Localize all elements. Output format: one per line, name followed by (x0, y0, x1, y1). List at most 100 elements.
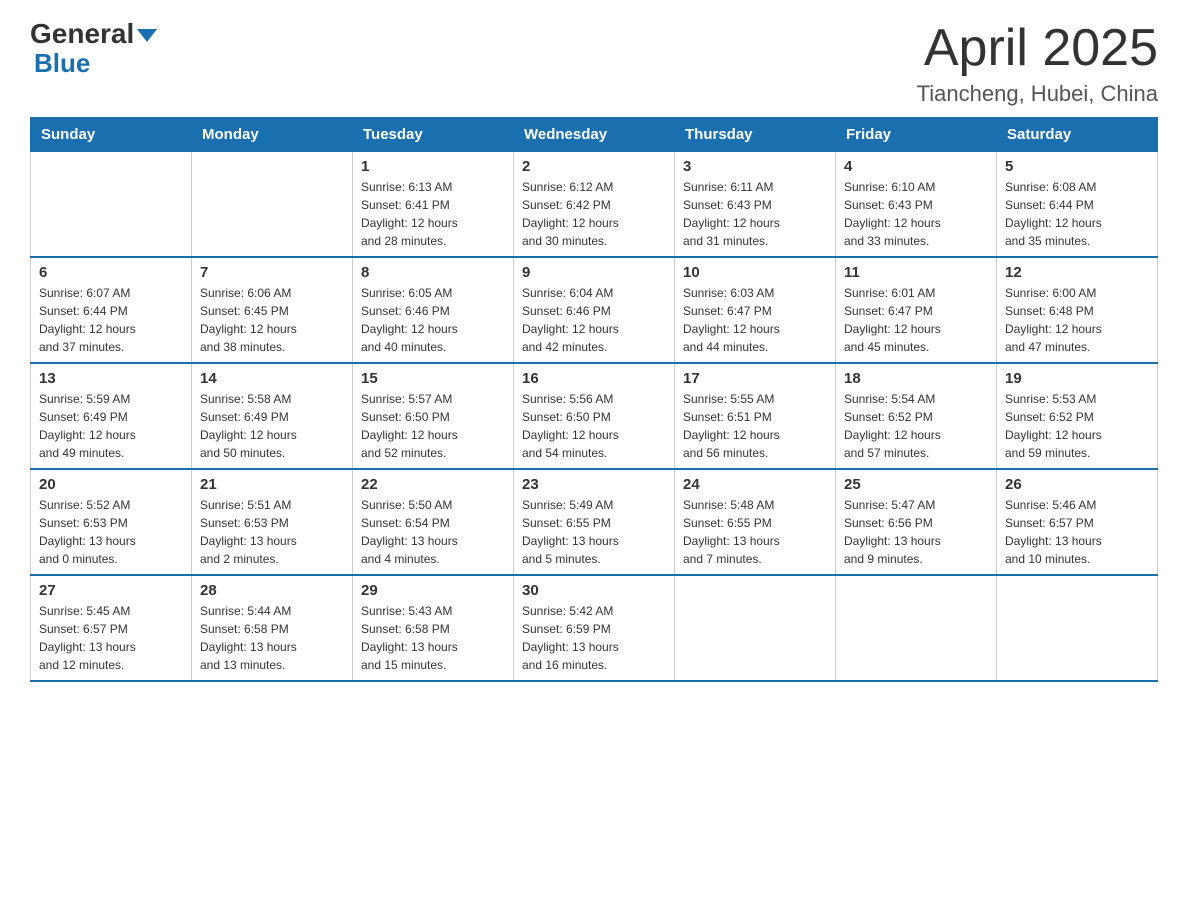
day-info: Sunrise: 5:49 AM Sunset: 6:55 PM Dayligh… (522, 496, 666, 568)
day-number: 8 (361, 264, 505, 281)
calendar-cell (997, 575, 1158, 681)
day-header-monday: Monday (192, 118, 353, 152)
day-info: Sunrise: 5:46 AM Sunset: 6:57 PM Dayligh… (1005, 496, 1149, 568)
calendar-cell: 15 Sunrise: 5:57 AM Sunset: 6:50 PM Dayli… (353, 363, 514, 469)
calendar-cell: 7 Sunrise: 6:06 AM Sunset: 6:45 PM Daylig… (192, 257, 353, 363)
calendar-cell (192, 152, 353, 258)
day-info: Sunrise: 6:13 AM Sunset: 6:41 PM Dayligh… (361, 178, 505, 250)
day-header-thursday: Thursday (675, 118, 836, 152)
calendar-week-4: 20 Sunrise: 5:52 AM Sunset: 6:53 PM Dayli… (31, 469, 1158, 575)
day-info: Sunrise: 6:12 AM Sunset: 6:42 PM Dayligh… (522, 178, 666, 250)
day-number: 9 (522, 264, 666, 281)
day-number: 6 (39, 264, 183, 281)
calendar-cell: 19Sunrise: 5:53 AM Sunset: 6:52 PM Dayli… (997, 363, 1158, 469)
day-number: 14 (200, 370, 344, 387)
calendar-cell (31, 152, 192, 258)
calendar-cell: 3 Sunrise: 6:11 AM Sunset: 6:43 PM Daylig… (675, 152, 836, 258)
page-header: General Blue April 2025 Tiancheng, Hubei… (30, 20, 1158, 107)
day-number: 28 (200, 582, 344, 599)
calendar-header: SundayMondayTuesdayWednesdayThursdayFrid… (31, 118, 1158, 152)
calendar-week-3: 13 Sunrise: 5:59 AM Sunset: 6:49 PM Dayli… (31, 363, 1158, 469)
day-number: 29 (361, 582, 505, 599)
day-number: 21 (200, 476, 344, 493)
day-info: Sunrise: 5:45 AM Sunset: 6:57 PM Dayligh… (39, 602, 183, 674)
day-info: Sunrise: 6:00 AM Sunset: 6:48 PM Dayligh… (1005, 284, 1149, 356)
day-number: 2 (522, 158, 666, 175)
calendar-cell: 27 Sunrise: 5:45 AM Sunset: 6:57 PM Dayli… (31, 575, 192, 681)
calendar-cell: 21 Sunrise: 5:51 AM Sunset: 6:53 PM Dayli… (192, 469, 353, 575)
calendar-cell: 10Sunrise: 6:03 AM Sunset: 6:47 PM Dayli… (675, 257, 836, 363)
day-number: 20 (39, 476, 183, 493)
calendar-cell: 24 Sunrise: 5:48 AM Sunset: 6:55 PM Dayli… (675, 469, 836, 575)
day-info: Sunrise: 5:52 AM Sunset: 6:53 PM Dayligh… (39, 496, 183, 568)
month-year-title: April 2025 (917, 20, 1158, 77)
day-number: 26 (1005, 476, 1149, 493)
day-info: Sunrise: 5:48 AM Sunset: 6:55 PM Dayligh… (683, 496, 827, 568)
day-number: 18 (844, 370, 988, 387)
day-info: Sunrise: 5:57 AM Sunset: 6:50 PM Dayligh… (361, 390, 505, 462)
day-info: Sunrise: 5:58 AM Sunset: 6:49 PM Dayligh… (200, 390, 344, 462)
calendar-cell: 26 Sunrise: 5:46 AM Sunset: 6:57 PM Dayli… (997, 469, 1158, 575)
logo: General Blue (30, 20, 157, 79)
day-info: Sunrise: 6:10 AM Sunset: 6:43 PM Dayligh… (844, 178, 988, 250)
day-header-sunday: Sunday (31, 118, 192, 152)
day-number: 7 (200, 264, 344, 281)
day-number: 5 (1005, 158, 1149, 175)
calendar-cell: 25 Sunrise: 5:47 AM Sunset: 6:56 PM Dayli… (836, 469, 997, 575)
logo-text-blue: Blue (34, 48, 90, 79)
calendar-cell: 4 Sunrise: 6:10 AM Sunset: 6:43 PM Daylig… (836, 152, 997, 258)
calendar-cell (836, 575, 997, 681)
day-info: Sunrise: 5:50 AM Sunset: 6:54 PM Dayligh… (361, 496, 505, 568)
day-header-tuesday: Tuesday (353, 118, 514, 152)
calendar-cell: 17 Sunrise: 5:55 AM Sunset: 6:51 PM Dayli… (675, 363, 836, 469)
calendar-cell: 9Sunrise: 6:04 AM Sunset: 6:46 PM Daylig… (514, 257, 675, 363)
calendar-table: SundayMondayTuesdayWednesdayThursdayFrid… (30, 117, 1158, 682)
day-number: 13 (39, 370, 183, 387)
day-info: Sunrise: 5:47 AM Sunset: 6:56 PM Dayligh… (844, 496, 988, 568)
calendar-body: 1 Sunrise: 6:13 AM Sunset: 6:41 PM Daylig… (31, 152, 1158, 682)
calendar-cell: 23 Sunrise: 5:49 AM Sunset: 6:55 PM Dayli… (514, 469, 675, 575)
day-number: 24 (683, 476, 827, 493)
location-subtitle: Tiancheng, Hubei, China (917, 81, 1158, 107)
day-info: Sunrise: 5:51 AM Sunset: 6:53 PM Dayligh… (200, 496, 344, 568)
calendar-cell: 18 Sunrise: 5:54 AM Sunset: 6:52 PM Dayli… (836, 363, 997, 469)
title-block: April 2025 Tiancheng, Hubei, China (917, 20, 1158, 107)
day-number: 1 (361, 158, 505, 175)
day-number: 25 (844, 476, 988, 493)
day-number: 15 (361, 370, 505, 387)
logo-text-general: General (30, 20, 134, 48)
calendar-cell: 1 Sunrise: 6:13 AM Sunset: 6:41 PM Daylig… (353, 152, 514, 258)
day-number: 17 (683, 370, 827, 387)
day-header-wednesday: Wednesday (514, 118, 675, 152)
day-info: Sunrise: 6:11 AM Sunset: 6:43 PM Dayligh… (683, 178, 827, 250)
calendar-cell: 2 Sunrise: 6:12 AM Sunset: 6:42 PM Daylig… (514, 152, 675, 258)
day-info: Sunrise: 6:01 AM Sunset: 6:47 PM Dayligh… (844, 284, 988, 356)
day-number: 16 (522, 370, 666, 387)
day-info: Sunrise: 5:42 AM Sunset: 6:59 PM Dayligh… (522, 602, 666, 674)
calendar-cell: 13 Sunrise: 5:59 AM Sunset: 6:49 PM Dayli… (31, 363, 192, 469)
calendar-cell: 28Sunrise: 5:44 AM Sunset: 6:58 PM Dayli… (192, 575, 353, 681)
day-number: 30 (522, 582, 666, 599)
day-number: 27 (39, 582, 183, 599)
day-number: 22 (361, 476, 505, 493)
day-header-friday: Friday (836, 118, 997, 152)
day-info: Sunrise: 5:55 AM Sunset: 6:51 PM Dayligh… (683, 390, 827, 462)
day-info: Sunrise: 6:06 AM Sunset: 6:45 PM Dayligh… (200, 284, 344, 356)
calendar-cell: 30 Sunrise: 5:42 AM Sunset: 6:59 PM Dayli… (514, 575, 675, 681)
day-number: 10 (683, 264, 827, 281)
calendar-cell: 20 Sunrise: 5:52 AM Sunset: 6:53 PM Dayli… (31, 469, 192, 575)
day-number: 4 (844, 158, 988, 175)
calendar-cell: 22 Sunrise: 5:50 AM Sunset: 6:54 PM Dayli… (353, 469, 514, 575)
calendar-week-5: 27 Sunrise: 5:45 AM Sunset: 6:57 PM Dayli… (31, 575, 1158, 681)
day-info: Sunrise: 5:59 AM Sunset: 6:49 PM Dayligh… (39, 390, 183, 462)
day-info: Sunrise: 5:43 AM Sunset: 6:58 PM Dayligh… (361, 602, 505, 674)
day-number: 11 (844, 264, 988, 281)
day-info: Sunrise: 6:05 AM Sunset: 6:46 PM Dayligh… (361, 284, 505, 356)
day-number: 3 (683, 158, 827, 175)
day-number: 23 (522, 476, 666, 493)
calendar-week-1: 1 Sunrise: 6:13 AM Sunset: 6:41 PM Daylig… (31, 152, 1158, 258)
days-of-week-row: SundayMondayTuesdayWednesdayThursdayFrid… (31, 118, 1158, 152)
day-number: 12 (1005, 264, 1149, 281)
day-info: Sunrise: 5:54 AM Sunset: 6:52 PM Dayligh… (844, 390, 988, 462)
calendar-cell: 29 Sunrise: 5:43 AM Sunset: 6:58 PM Dayli… (353, 575, 514, 681)
